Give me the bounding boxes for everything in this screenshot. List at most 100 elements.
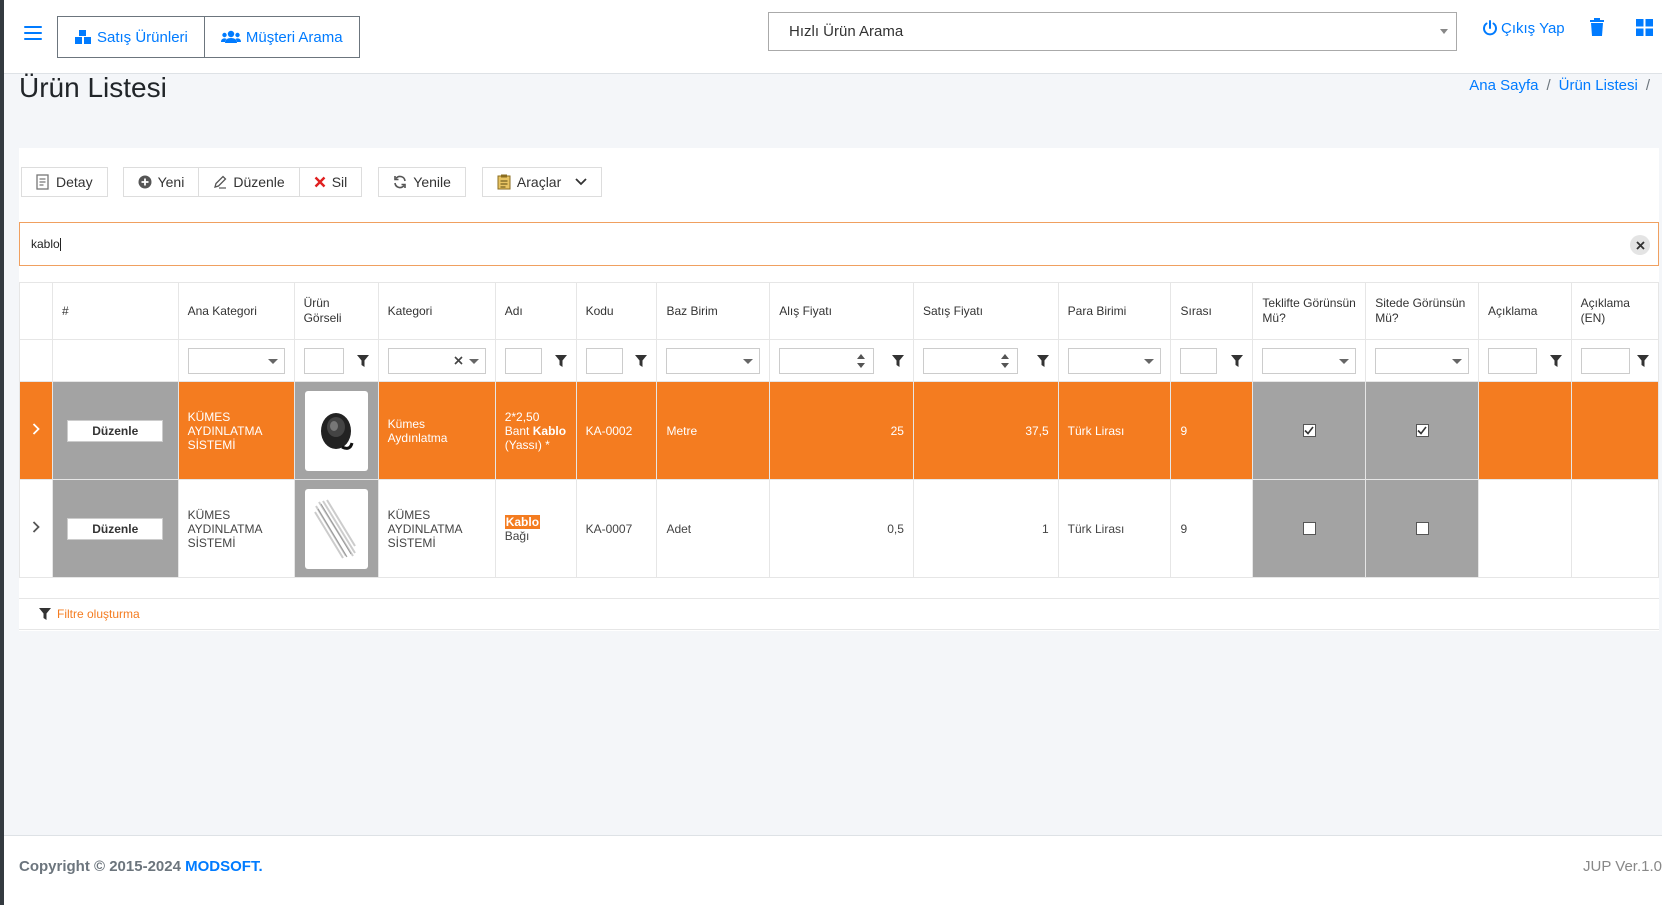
- filter-currency-select[interactable]: [1067, 347, 1162, 374]
- filter-show-on-site-select[interactable]: [1375, 347, 1470, 374]
- table-row[interactable]: Düzenle KÜMES AYDINLATMA SİSTEMİ KÜMES A…: [19, 479, 1660, 578]
- new-button[interactable]: Yeni: [122, 167, 200, 197]
- tools-label: Araçlar: [516, 174, 562, 190]
- row-expander[interactable]: [19, 381, 53, 480]
- cell-main-category: KÜMES AYDINLATMA SİSTEMİ: [177, 381, 295, 480]
- filter-purchase-price-input[interactable]: [779, 347, 875, 374]
- filter-description-en-input[interactable]: [1580, 347, 1630, 374]
- refresh-icon: [394, 175, 407, 189]
- column-header-currency[interactable]: Para Birimi: [1057, 282, 1172, 340]
- column-header-category[interactable]: Kategori: [377, 282, 496, 340]
- filter-base-unit-select[interactable]: [666, 347, 761, 374]
- row-edit-button[interactable]: Düzenle: [67, 419, 164, 442]
- customer-search-label: Müşteri Arama: [245, 28, 343, 46]
- filter-icon[interactable]: [356, 354, 369, 367]
- logout-button[interactable]: Çıkış Yap: [1482, 17, 1565, 39]
- filter-show-in-offer-select[interactable]: [1262, 347, 1357, 374]
- edit-toolbar-button[interactable]: Düzenle: [199, 167, 300, 197]
- filter-icon[interactable]: [1549, 354, 1562, 367]
- apps-grid-icon[interactable]: [1636, 19, 1653, 41]
- product-grid: # Ana Kategori Ürün Görseli Kategori Adı…: [19, 282, 1660, 578]
- delete-button[interactable]: Sil: [299, 167, 363, 197]
- trash-icon[interactable]: [1589, 18, 1605, 41]
- show-in-offer-checkbox[interactable]: [1302, 522, 1316, 535]
- filter-builder-link[interactable]: Filtre oluşturma: [19, 598, 1659, 630]
- filter-icon[interactable]: [554, 354, 567, 367]
- product-image[interactable]: [304, 390, 368, 471]
- brand-link[interactable]: MODSOFT.: [185, 858, 263, 875]
- quick-search-value: Hızlı Ürün Arama: [789, 23, 904, 40]
- cable-ties-image: [314, 498, 356, 559]
- clear-search-icon[interactable]: [1630, 235, 1650, 255]
- column-header-sale-price[interactable]: Satış Fiyatı: [912, 282, 1059, 340]
- filter-icon[interactable]: [1231, 354, 1244, 367]
- detail-button[interactable]: Detay: [21, 167, 108, 197]
- filter-image-input[interactable]: [303, 347, 344, 374]
- cell-purchase-price: 25: [769, 381, 914, 480]
- grid-search-input[interactable]: kablo: [19, 222, 1659, 266]
- filter-icon[interactable]: [1637, 354, 1649, 367]
- cell-purchase-price: 0,5: [769, 479, 914, 578]
- filter-description-input[interactable]: [1488, 347, 1538, 374]
- page-title: Ürün Listesi: [19, 72, 167, 103]
- column-header-code[interactable]: Kodu: [575, 282, 658, 340]
- filter-code-input[interactable]: [585, 347, 623, 374]
- column-header-product-image[interactable]: Ürün Görseli: [293, 282, 379, 340]
- cell-code: KA-0002: [575, 381, 658, 480]
- expander-header: [19, 282, 53, 340]
- column-header-hash[interactable]: #: [51, 282, 179, 340]
- filter-icon[interactable]: [891, 354, 904, 367]
- copyright-text: Copyright © 2015-2024 MODSOFT.: [19, 858, 263, 875]
- tools-dropdown-button[interactable]: Araçlar: [481, 167, 603, 197]
- cubes-icon: [75, 30, 91, 44]
- quick-product-search-select[interactable]: Hızlı Ürün Arama: [768, 12, 1457, 51]
- column-header-show-in-offer[interactable]: Teklifte Görünsün Mü?: [1252, 282, 1367, 340]
- chevron-down-icon: [1440, 29, 1448, 34]
- edit-toolbar-label: Düzenle: [233, 174, 285, 190]
- column-header-show-on-site[interactable]: Sitede Görünsün Mü?: [1365, 282, 1480, 340]
- check-icon: [1304, 426, 1314, 435]
- refresh-button[interactable]: Yenile: [378, 167, 466, 197]
- column-header-description-en[interactable]: Açıklama (EN): [1570, 282, 1660, 340]
- version-label: JUP Ver.1.0: [1583, 858, 1662, 875]
- filter-icon[interactable]: [635, 354, 648, 367]
- column-header-main-category[interactable]: Ana Kategori: [177, 282, 295, 340]
- column-header-purchase-price[interactable]: Alış Fiyatı: [769, 282, 914, 340]
- sales-products-button[interactable]: Satış Ürünleri: [57, 16, 205, 58]
- filter-category-select[interactable]: [387, 347, 486, 374]
- column-header-description[interactable]: Açıklama: [1478, 282, 1572, 340]
- breadcrumb: Ana Sayfa / Ürün Listesi /: [1469, 77, 1650, 94]
- cell-currency: Türk Lirası: [1057, 479, 1172, 578]
- show-on-site-checkbox[interactable]: [1415, 424, 1429, 437]
- filter-icon[interactable]: [1036, 354, 1049, 367]
- filter-row: [19, 339, 1660, 382]
- cable-roll-image: [321, 412, 354, 450]
- sidebar-edge: [0, 0, 4, 905]
- breadcrumb-product-list-link[interactable]: Ürün Listesi: [1559, 77, 1638, 94]
- cell-order: 9: [1170, 479, 1254, 578]
- breadcrumb-home-link[interactable]: Ana Sayfa: [1469, 77, 1538, 94]
- detail-label: Detay: [56, 174, 93, 190]
- row-expander[interactable]: [19, 479, 53, 578]
- column-header-name[interactable]: Adı: [494, 282, 577, 340]
- filter-name-input[interactable]: [504, 347, 542, 374]
- customer-search-button[interactable]: Müşteri Arama: [204, 16, 360, 58]
- clear-filter-icon[interactable]: [454, 356, 463, 365]
- filter-main-category-select[interactable]: [187, 347, 285, 374]
- filter-sale-price-input[interactable]: [922, 347, 1018, 374]
- row-edit-button[interactable]: Düzenle: [67, 517, 164, 540]
- cell-currency: Türk Lirası: [1057, 381, 1172, 480]
- filter-builder-label: Filtre oluşturma: [57, 607, 140, 621]
- product-image[interactable]: [304, 488, 368, 569]
- sales-products-label: Satış Ürünleri: [97, 28, 188, 46]
- product-list-card: Detay Yeni Düzenle Sil Yenile Araçlar ka…: [19, 148, 1660, 631]
- filter-order-input[interactable]: [1180, 347, 1218, 374]
- show-on-site-checkbox[interactable]: [1415, 522, 1429, 535]
- chevron-right-icon: [32, 521, 40, 533]
- table-row[interactable]: Düzenle KÜMES AYDINLATMA SİSTEMİ Kümes A…: [19, 381, 1660, 480]
- show-in-offer-checkbox[interactable]: [1302, 424, 1316, 437]
- column-header-order[interactable]: Sırası: [1170, 282, 1254, 340]
- menu-toggle-icon[interactable]: [24, 26, 42, 42]
- column-header-base-unit[interactable]: Baz Birim: [656, 282, 771, 340]
- nav-button-group: Satış Ürünleri Müşteri Arama: [57, 16, 360, 58]
